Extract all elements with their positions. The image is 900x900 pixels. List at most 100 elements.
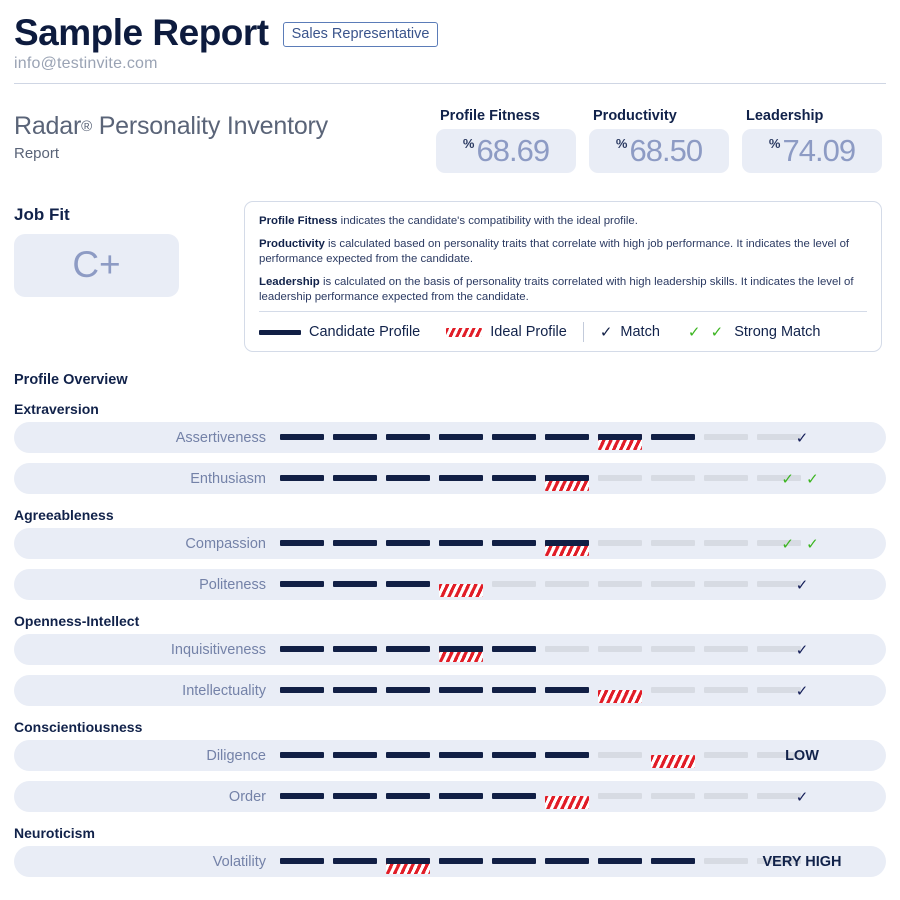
trait-label: Diligence (206, 747, 266, 764)
segment-bar (598, 475, 642, 482)
info-text: is calculated based on personality trait… (259, 237, 850, 265)
inventory-brand: Radar (14, 111, 82, 140)
segment-bar (280, 858, 324, 865)
segment-bar (545, 687, 589, 694)
score-box: % 74.09 (742, 128, 882, 173)
job-fit-panel: Job Fit C+ (14, 201, 224, 297)
scale-segment (280, 463, 324, 494)
scale-segment (439, 675, 483, 706)
info-paragraph: Profile Fitness indicates the candidate'… (259, 214, 867, 229)
segment-bar (492, 646, 536, 653)
segment-bar (333, 475, 377, 482)
segment-bar (280, 687, 324, 694)
scale-segment (386, 463, 430, 494)
segment-bar (598, 752, 642, 759)
segment-bar (439, 687, 483, 694)
info-card: Profile Fitness indicates the candidate'… (244, 200, 882, 353)
scale-segment (545, 740, 589, 771)
scale-segment (333, 781, 377, 812)
scale-segment-ideal (651, 740, 695, 771)
scale-segment (492, 528, 536, 559)
trait-label: Enthusiasm (190, 470, 266, 487)
trait-row[interactable]: Order ✓ (14, 781, 886, 813)
segment-bar (439, 646, 483, 653)
scale-segment (492, 740, 536, 771)
segment-bar (492, 475, 536, 482)
job-fit-box: C+ (14, 233, 179, 297)
legend-ideal-label: Ideal Profile (490, 324, 567, 341)
inventory-heading: Radar® Personality Inventory Report (14, 108, 328, 162)
percent-sign-icon: % (462, 135, 475, 151)
scale-segment (439, 528, 483, 559)
scale-segment (386, 528, 430, 559)
role-badge: Sales Representative (282, 21, 439, 47)
info-term: Profile Fitness (259, 214, 338, 227)
double-check-icon: ✓ ✓ (687, 324, 727, 342)
segment-bar (439, 434, 483, 441)
trait-label: Order (228, 788, 266, 805)
segment-bar (280, 581, 324, 588)
legend-candidate-label: Candidate Profile (309, 324, 421, 341)
scale-segment (386, 740, 430, 771)
trait-group-heading: Neuroticism (14, 825, 95, 842)
scale-segment (651, 675, 695, 706)
trait-row[interactable]: Assertiveness ✓ (14, 422, 886, 454)
scale-segment-ideal (598, 422, 642, 453)
trait-row[interactable]: Intellectuality ✓ (14, 675, 886, 707)
scale-segment-ideal (386, 846, 430, 877)
segment-bar (333, 687, 377, 694)
scale-segment (545, 422, 589, 453)
scale-segment (545, 846, 589, 877)
scale-segment (545, 634, 589, 665)
scale-segment (439, 463, 483, 494)
check-icon: ✓ (795, 788, 809, 806)
trait-row[interactable]: Diligence LOW (14, 740, 886, 772)
segment-bar (651, 858, 695, 865)
trait-row[interactable]: Politeness ✓ (14, 569, 886, 601)
score-label: Profile Fitness (440, 107, 540, 124)
inventory-title-rest: Personality Inventory (91, 111, 328, 140)
score-label: Productivity (593, 107, 677, 124)
page-title: Sample Report (14, 12, 269, 53)
trait-status: ✓ (718, 788, 886, 806)
scale-segment (333, 846, 377, 877)
scale-segment (492, 463, 536, 494)
segment-bar (651, 581, 695, 588)
scale-segment (492, 634, 536, 665)
trait-status: ✓ ✓ (718, 535, 886, 553)
scale-segment (651, 422, 695, 453)
check-icon: ✓ (795, 429, 809, 447)
trait-row[interactable]: Enthusiasm ✓ ✓ (14, 463, 886, 495)
header-title-row: Sample Report Sales Representative (14, 12, 886, 53)
scale-segment (492, 569, 536, 600)
segment-bar (439, 475, 483, 482)
segment-bar (492, 752, 536, 759)
check-icon: ✓ (795, 641, 809, 659)
trait-label: Compassion (185, 535, 266, 552)
segment-bar (386, 540, 430, 547)
scale-segment (439, 846, 483, 877)
percent-sign-icon: % (768, 135, 781, 151)
trait-row[interactable]: Compassion ✓ ✓ (14, 528, 886, 560)
header-divider (14, 82, 886, 84)
segment-bar (280, 540, 324, 547)
trait-group-heading: Conscientiousness (14, 719, 143, 736)
info-text: indicates the candidate's compatibility … (337, 214, 638, 227)
info-paragraphs: Profile Fitness indicates the candidate'… (259, 214, 867, 305)
scale-segment (280, 569, 324, 600)
scale-segment (651, 781, 695, 812)
scale-segment (439, 781, 483, 812)
trait-row[interactable]: Volatility VERY HIGH (14, 846, 886, 878)
scale-segment (651, 634, 695, 665)
segment-bar (545, 858, 589, 865)
scale-segment (598, 846, 642, 877)
scale-segment (545, 675, 589, 706)
trait-row[interactable]: Inquisitiveness ✓ (14, 634, 886, 666)
scale-segment (598, 634, 642, 665)
segment-bar (492, 858, 536, 865)
trait-label: Assertiveness (175, 429, 266, 446)
scale-segment (651, 528, 695, 559)
scale-segment (280, 634, 324, 665)
segment-bar (333, 646, 377, 653)
scale-segment (651, 846, 695, 877)
